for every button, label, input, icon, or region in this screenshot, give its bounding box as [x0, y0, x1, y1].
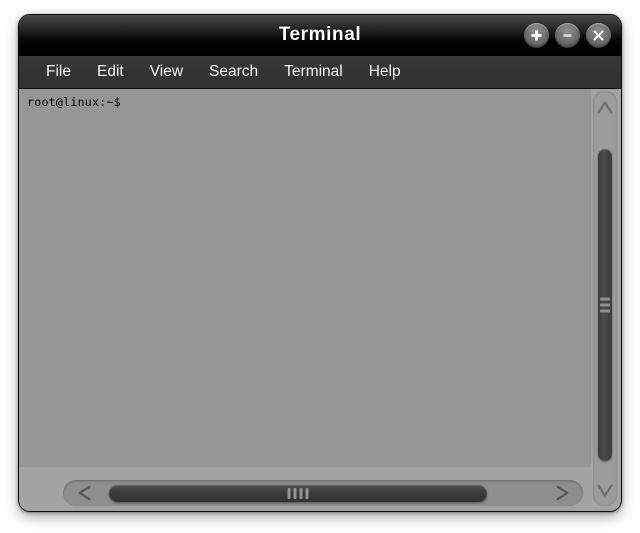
maximize-button[interactable]	[524, 23, 549, 48]
vertical-scrollbar-thumb[interactable]	[598, 149, 612, 461]
menu-item-file[interactable]: File	[33, 61, 84, 84]
scroll-right-button[interactable]	[541, 480, 583, 506]
scroll-down-button[interactable]	[593, 476, 617, 504]
scroll-up-button[interactable]	[593, 93, 617, 121]
chevron-right-icon	[555, 485, 568, 501]
menu-item-terminal[interactable]: Terminal	[271, 61, 356, 84]
menu-item-help[interactable]: Help	[356, 61, 414, 84]
menu-item-view[interactable]: View	[137, 61, 196, 84]
vertical-thumb-grip	[600, 297, 610, 313]
horizontal-scrollbar[interactable]	[63, 480, 583, 506]
horizontal-thumb-grip	[287, 488, 309, 499]
chevron-left-icon	[78, 485, 91, 501]
minimize-button[interactable]	[555, 23, 580, 48]
menu-item-edit[interactable]: Edit	[84, 61, 137, 84]
horizontal-scrollbar-thumb[interactable]	[109, 485, 487, 502]
terminal-window: Terminal File Edit View Search Terminal …	[18, 14, 622, 512]
terminal-output-area[interactable]: root@linux:~$	[19, 89, 591, 467]
scroll-left-button[interactable]	[63, 480, 105, 506]
chevron-down-icon	[597, 483, 613, 497]
window-controls	[524, 23, 611, 48]
minus-icon	[563, 34, 572, 37]
screenshot-root: Terminal File Edit View Search Terminal …	[0, 0, 640, 533]
menubar: File Edit View Search Terminal Help	[19, 56, 621, 89]
terminal-body: root@linux:~$	[19, 89, 621, 511]
vertical-scrollbar[interactable]	[593, 91, 617, 506]
close-button[interactable]	[586, 23, 611, 48]
shell-prompt: root@linux:~$	[27, 95, 121, 109]
plus-icon	[531, 30, 542, 41]
menu-item-search[interactable]: Search	[196, 61, 271, 84]
chevron-up-icon	[597, 100, 613, 114]
window-titlebar[interactable]: Terminal	[19, 15, 621, 56]
close-icon	[593, 30, 604, 41]
